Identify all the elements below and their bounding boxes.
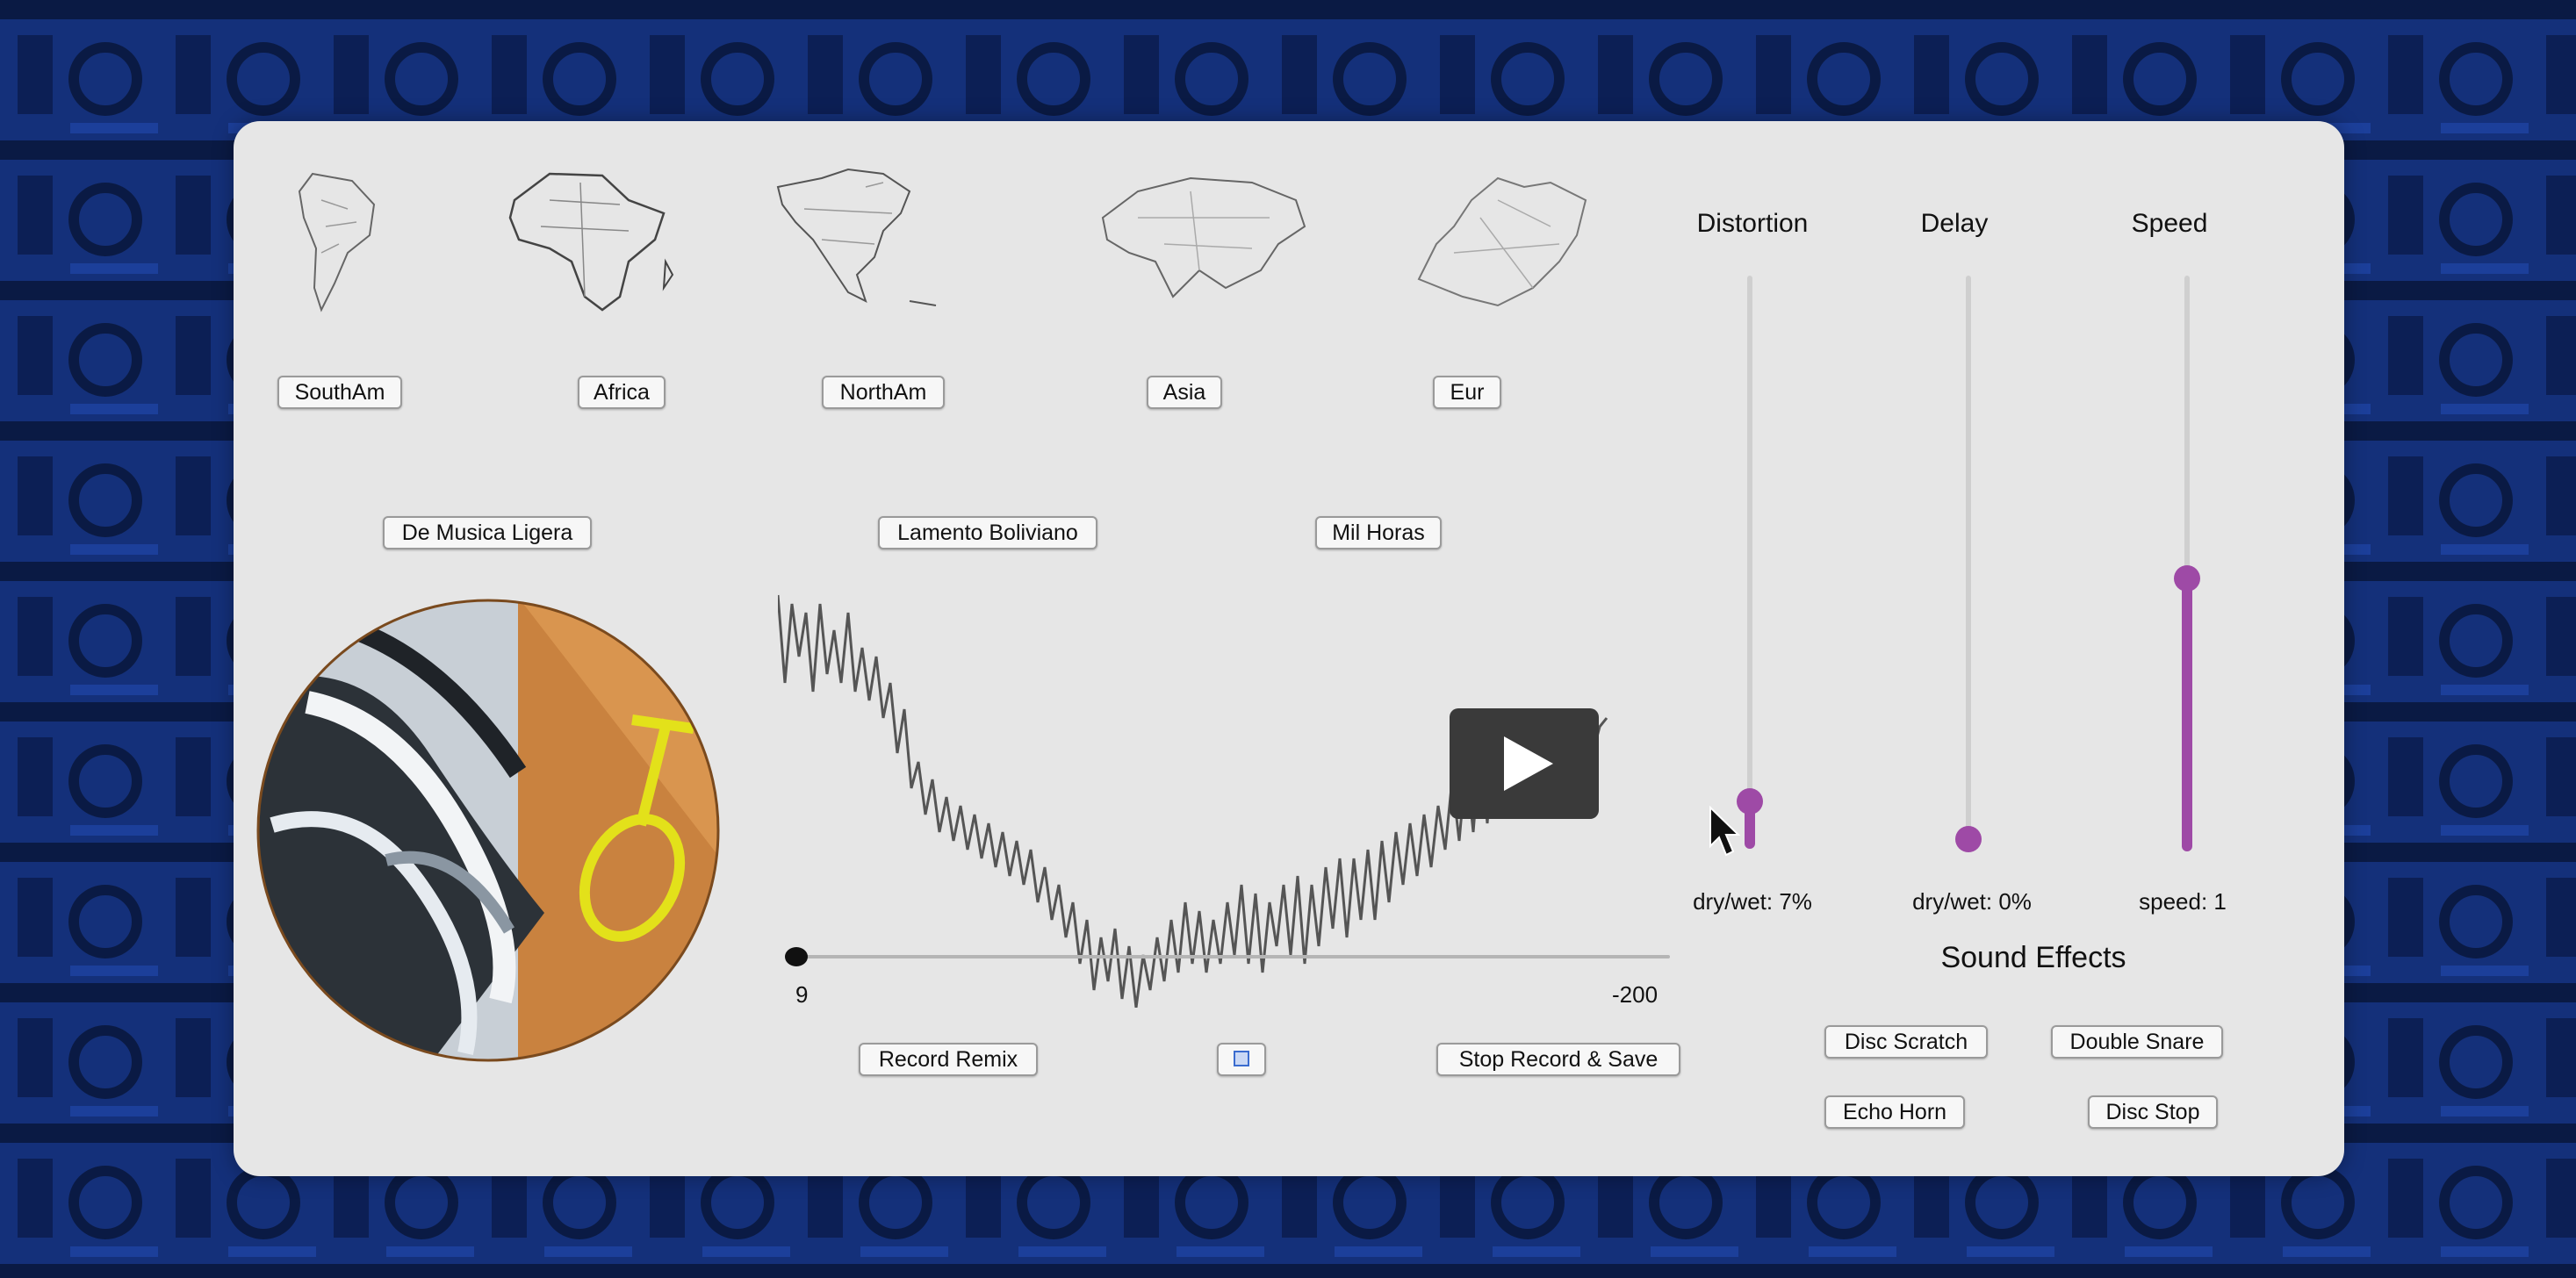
distortion-slider-track[interactable]	[1747, 276, 1752, 846]
speed-label: Speed	[2131, 209, 2208, 238]
double-snare-button[interactable]: Double Snare	[2051, 1025, 2223, 1059]
play-icon[interactable]	[1450, 708, 1599, 819]
region-button-northam[interactable]: NorthAm	[822, 376, 945, 409]
track-button-de-musica-ligera[interactable]: De Musica Ligera	[383, 516, 592, 549]
cursor-icon	[1709, 806, 1741, 857]
track-button-lamento-boliviano[interactable]: Lamento Boliviano	[878, 516, 1097, 549]
stop-record-save-button[interactable]: Stop Record & Save	[1436, 1043, 1680, 1076]
speed-slider-knob[interactable]	[2174, 565, 2200, 592]
disc-scratch-button[interactable]: Disc Scratch	[1824, 1025, 1988, 1059]
asia-map	[1101, 176, 1306, 298]
echo-horn-button[interactable]: Echo Horn	[1824, 1095, 1965, 1129]
track-button-mil-horas[interactable]: Mil Horas	[1315, 516, 1442, 549]
delay-slider-track[interactable]	[1966, 276, 1971, 846]
square-icon	[1234, 1051, 1249, 1067]
record-indicator-button[interactable]	[1217, 1043, 1266, 1076]
region-button-asia[interactable]: Asia	[1147, 376, 1222, 409]
delay-readout: dry/wet: 0%	[1912, 888, 2032, 915]
distortion-label: Distortion	[1696, 209, 1809, 238]
africa-map	[508, 172, 674, 312]
scrubber-knob[interactable]	[785, 947, 808, 966]
disc-stop-button[interactable]: Disc Stop	[2088, 1095, 2218, 1129]
sound-effects-heading: Sound Effects	[1940, 941, 2126, 974]
scrubber-start-label: 9	[795, 981, 809, 1008]
region-button-southam[interactable]: SouthAm	[277, 376, 402, 409]
delay-label: Delay	[1920, 209, 1989, 238]
dj-panel: SouthAm Africa NorthAm Asia Eur De Music…	[234, 121, 2344, 1176]
region-button-africa[interactable]: Africa	[578, 376, 666, 409]
vinyl-disc-image	[256, 599, 720, 1062]
record-remix-button[interactable]: Record Remix	[859, 1043, 1038, 1076]
speed-readout: speed: 1	[2139, 888, 2227, 915]
europe-map	[1417, 176, 1587, 307]
scrubber-end-label: -200	[1612, 981, 1659, 1008]
north-america-map	[776, 168, 937, 306]
scrubber-track[interactable]	[792, 955, 1670, 958]
delay-slider-knob[interactable]	[1955, 826, 1982, 852]
south-america-map	[298, 172, 376, 312]
speed-slider-fill	[2182, 578, 2192, 851]
distortion-readout: dry/wet: 7%	[1693, 888, 1812, 915]
region-button-eur[interactable]: Eur	[1433, 376, 1501, 409]
